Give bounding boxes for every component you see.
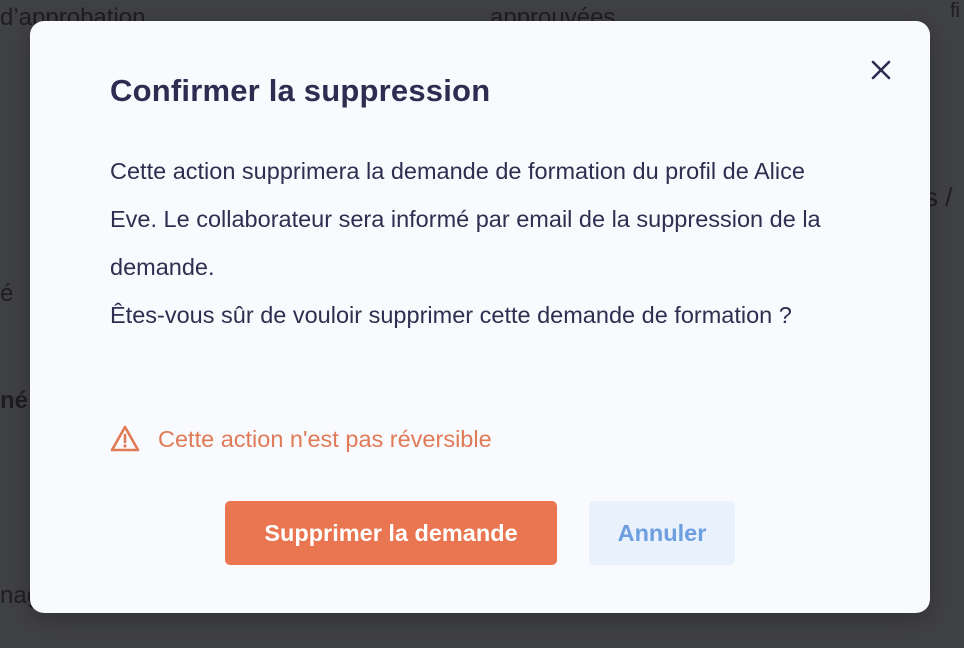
warning-triangle-icon	[110, 425, 140, 453]
modal-body: Cette action supprimera la demande de fo…	[110, 147, 850, 339]
modal-title: Confirmer la suppression	[110, 73, 491, 108]
background-text: né	[0, 387, 29, 414]
warning-text: Cette action n'est pas réversible	[158, 425, 492, 452]
warning-message: Cette action n'est pas réversible	[110, 425, 492, 453]
confirm-delete-modal: Confirmer la suppression Cette action su…	[30, 21, 930, 613]
close-button[interactable]	[866, 55, 896, 85]
modal-description: Cette action supprimera la demande de fo…	[110, 158, 821, 280]
close-icon	[871, 60, 891, 80]
cancel-button[interactable]: Annuler	[589, 501, 735, 565]
background-text: é	[0, 280, 14, 307]
modal-question: Êtes-vous sûr de vouloir supprimer cette…	[110, 302, 792, 328]
background-text: fi	[950, 0, 960, 22]
delete-request-button[interactable]: Supprimer la demande	[225, 501, 557, 565]
